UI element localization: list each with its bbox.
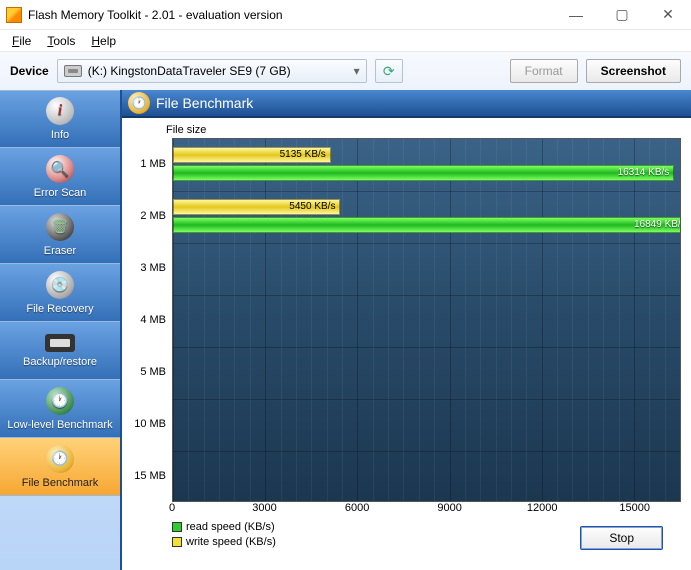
x-tick-label: 9000 <box>437 502 461 514</box>
write-swatch-icon <box>172 537 182 547</box>
sidebar-item-label: Info <box>51 129 69 141</box>
y-axis: 1 MB2 MB3 MB4 MB5 MB10 MB15 MB <box>132 138 172 518</box>
legend: read speed (KB/s) write speed (KB/s) <box>132 520 276 550</box>
sidebar-item-eraser[interactable]: Eraser <box>0 206 120 264</box>
bar-value-label: 16314 KB/s <box>618 166 670 180</box>
chevron-down-icon: ▾ <box>354 64 360 78</box>
sidebar-item-label: Low-level Benchmark <box>7 419 112 431</box>
toolbar: Device (K:) KingstonDataTraveler SE9 (7 … <box>0 52 691 90</box>
y-tick-label: 5 MB <box>132 346 172 398</box>
y-tick-label: 10 MB <box>132 398 172 450</box>
clock-icon <box>128 92 150 114</box>
sidebar-item-file-recovery[interactable]: File Recovery <box>0 264 120 322</box>
legend-write: write speed (KB/s) <box>172 535 276 550</box>
read-swatch-icon <box>172 522 182 532</box>
titlebar: Flash Memory Toolkit - 2.01 - evaluation… <box>0 0 691 30</box>
menu-file[interactable]: File <box>6 34 37 48</box>
refresh-button[interactable]: ⟳ <box>375 59 403 83</box>
sidebar: Info Error Scan Eraser File Recovery Bac… <box>0 90 122 570</box>
x-tick-label: 6000 <box>345 502 369 514</box>
panel-header: File Benchmark <box>122 90 691 118</box>
menu-help[interactable]: Help <box>85 34 122 48</box>
device-dropdown[interactable]: (K:) KingstonDataTraveler SE9 (7 GB) ▾ <box>57 59 367 83</box>
screenshot-button[interactable]: Screenshot <box>586 59 681 83</box>
sidebar-item-backup[interactable]: Backup/restore <box>0 322 120 380</box>
tape-icon <box>45 334 75 352</box>
x-axis: 0 3000 6000 9000 12000 15000 <box>172 502 681 518</box>
disc-icon <box>46 271 74 299</box>
bar-write: 5135 KB/s <box>173 147 331 163</box>
device-selected-text: (K:) KingstonDataTraveler SE9 (7 GB) <box>88 64 291 78</box>
clock-icon <box>46 445 74 473</box>
sidebar-item-label: File Recovery <box>26 303 93 315</box>
bar-read: 16314 KB/s <box>173 165 674 181</box>
info-icon <box>46 97 74 125</box>
chart-title: File size <box>132 124 681 136</box>
maximize-button[interactable]: ▢ <box>599 0 645 29</box>
sidebar-item-error-scan[interactable]: Error Scan <box>0 148 120 206</box>
bar-value-label: 5135 KB/s <box>280 148 326 162</box>
menubar: File Tools Help <box>0 30 691 52</box>
y-tick-label: 2 MB <box>132 190 172 242</box>
device-label: Device <box>10 64 49 78</box>
bar-value-label: 16849 KB/s <box>634 218 681 232</box>
stop-button[interactable]: Stop <box>580 526 663 550</box>
plot-area: 5135 KB/s 16314 KB/s 5450 KB/s 16849 KB/s <box>172 138 681 502</box>
clock-icon <box>46 387 74 415</box>
bar-read: 16849 KB/s <box>173 217 681 233</box>
drive-icon <box>64 65 82 77</box>
x-tick-label: 0 <box>169 502 175 514</box>
sidebar-item-file-benchmark[interactable]: File Benchmark <box>0 438 120 496</box>
content: File Benchmark File size 1 MB2 MB3 MB4 M… <box>122 90 691 570</box>
x-tick-label: 15000 <box>619 502 650 514</box>
magnifier-icon <box>46 155 74 183</box>
panel-title: File Benchmark <box>156 95 253 111</box>
bar-write: 5450 KB/s <box>173 199 340 215</box>
format-button[interactable]: Format <box>510 59 578 83</box>
app-icon <box>6 7 22 23</box>
window-controls: — ▢ ✕ <box>553 0 691 29</box>
y-tick-label: 15 MB <box>132 450 172 502</box>
chart-area: File size 1 MB2 MB3 MB4 MB5 MB10 MB15 MB… <box>122 118 691 554</box>
y-tick-label: 1 MB <box>132 138 172 190</box>
sidebar-item-label: File Benchmark <box>22 477 98 489</box>
y-tick-label: 3 MB <box>132 242 172 294</box>
window-title: Flash Memory Toolkit - 2.01 - evaluation… <box>28 8 553 22</box>
menu-tools[interactable]: Tools <box>41 34 81 48</box>
legend-read: read speed (KB/s) <box>172 520 276 535</box>
sidebar-item-info[interactable]: Info <box>0 90 120 148</box>
sidebar-item-label: Eraser <box>44 245 76 257</box>
minimize-button[interactable]: — <box>553 0 599 29</box>
bar-value-label: 5450 KB/s <box>289 200 335 214</box>
sidebar-item-label: Backup/restore <box>23 356 97 368</box>
x-tick-label: 3000 <box>252 502 276 514</box>
sidebar-item-label: Error Scan <box>34 187 87 199</box>
sidebar-item-lowlevel-benchmark[interactable]: Low-level Benchmark <box>0 380 120 438</box>
x-tick-label: 12000 <box>527 502 558 514</box>
close-button[interactable]: ✕ <box>645 0 691 29</box>
main: Info Error Scan Eraser File Recovery Bac… <box>0 90 691 570</box>
trash-icon <box>46 213 74 241</box>
y-tick-label: 4 MB <box>132 294 172 346</box>
